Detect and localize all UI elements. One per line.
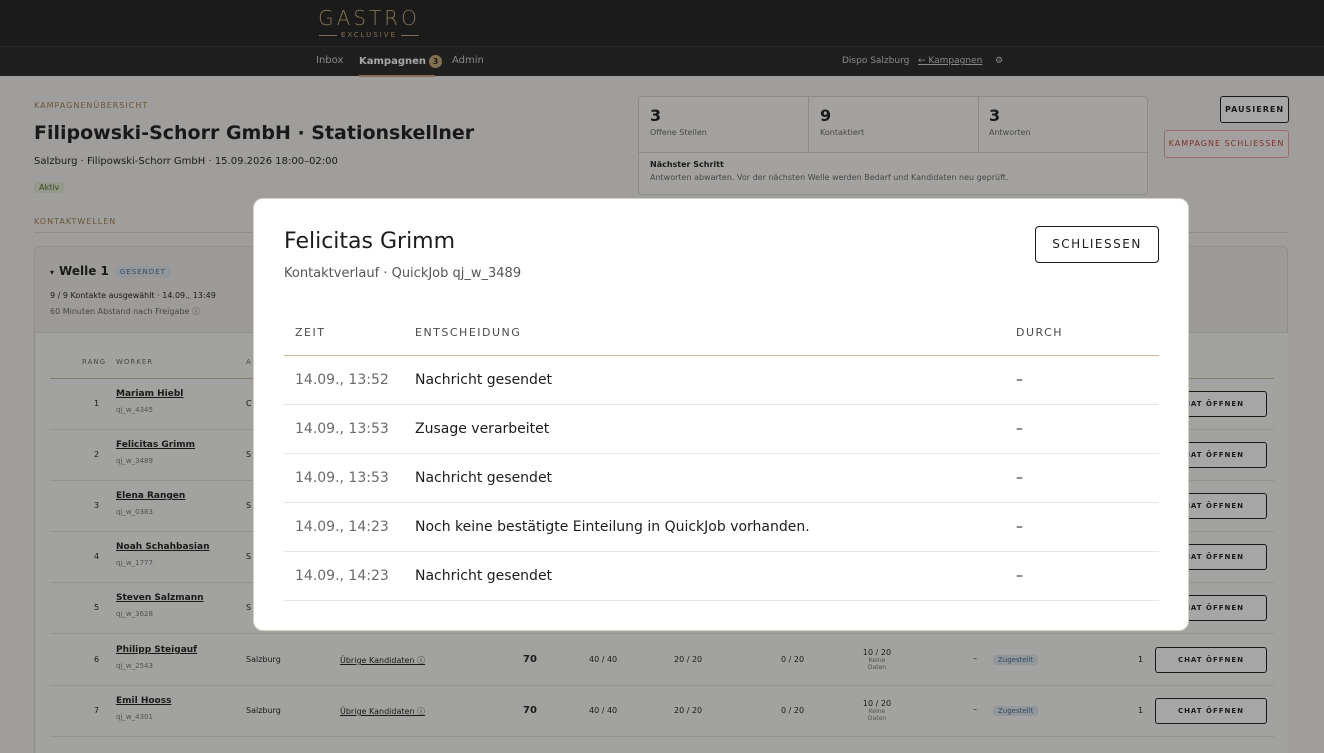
history-decision: Noch keine bestätigte Einteilung in Quic… (415, 519, 810, 535)
col-header-time: ZEIT (295, 326, 326, 339)
modal-subtitle: Kontaktverlauf · QuickJob qj_w_3489 (284, 266, 522, 281)
history-time: 14.09., 14:23 (295, 568, 389, 584)
history-row: 14.09., 13:53 Zusage verarbeitet – (284, 405, 1159, 454)
modal-title: Felicitas Grimm (284, 229, 456, 254)
history-by: – (1016, 568, 1023, 584)
history-time: 14.09., 14:23 (295, 519, 389, 535)
history-decision: Nachricht gesendet (415, 372, 553, 388)
col-header-by: DURCH (1016, 326, 1064, 339)
history-by: – (1016, 519, 1023, 535)
history-decision: Zusage verarbeitet (415, 421, 550, 437)
history-decision: Nachricht gesendet (415, 470, 553, 486)
history-by: – (1016, 470, 1023, 486)
history-by: – (1016, 421, 1023, 437)
history-time: 14.09., 13:53 (295, 421, 389, 437)
history-row: 14.09., 14:23 Noch keine bestätigte Eint… (284, 503, 1159, 552)
history-row: 14.09., 14:23 Nachricht gesendet – (284, 552, 1159, 601)
history-row: 14.09., 13:53 Nachricht gesendet – (284, 454, 1159, 503)
history-row: 14.09., 13:52 Nachricht gesendet – (284, 356, 1159, 405)
history-time: 14.09., 13:53 (295, 470, 389, 486)
contact-history-modal: Felicitas Grimm Kontaktverlauf · QuickJo… (253, 198, 1189, 631)
close-modal-button[interactable]: SCHLIESSEN (1035, 226, 1159, 263)
col-header-decision: ENTSCHEIDUNG (415, 326, 522, 339)
history-decision: Nachricht gesendet (415, 568, 553, 584)
history-time: 14.09., 13:52 (295, 372, 389, 388)
history-by: – (1016, 372, 1023, 388)
